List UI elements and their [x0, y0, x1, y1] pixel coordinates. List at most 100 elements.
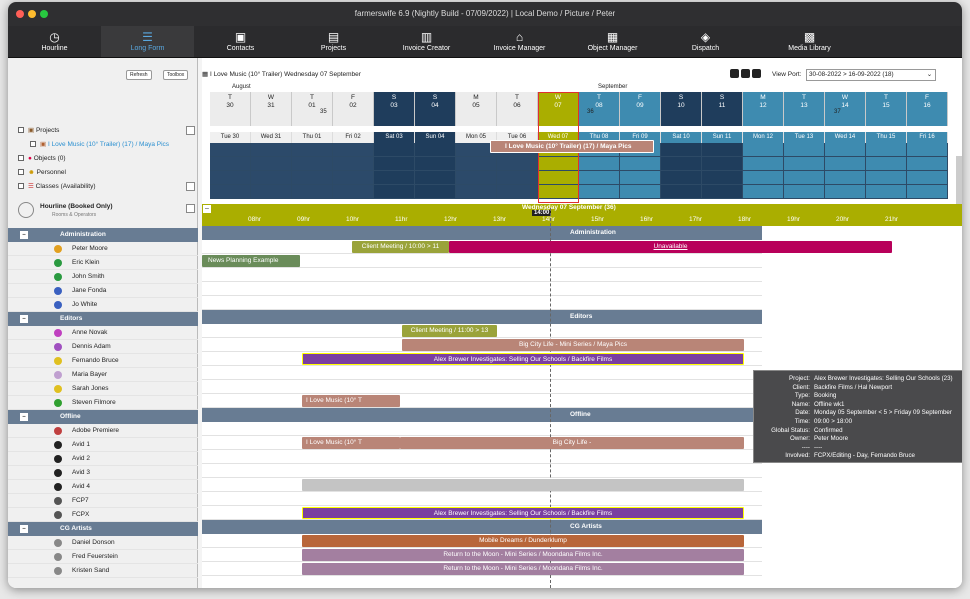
- day-header[interactable]: F 09: [620, 92, 661, 126]
- unavailable-bar[interactable]: Unavailable: [449, 241, 892, 253]
- calendar-cell[interactable]: [374, 143, 415, 157]
- calendar-cell[interactable]: [825, 185, 866, 199]
- tree-personnel[interactable]: ☻ Personnel: [18, 166, 66, 180]
- calendar-cell[interactable]: [210, 171, 251, 185]
- zoom-window-button[interactable]: [40, 10, 48, 18]
- toggle-icon[interactable]: –: [20, 413, 28, 421]
- toolbar-hourline[interactable]: ◷ Hourline: [8, 26, 101, 57]
- calendar-cell[interactable]: [702, 157, 743, 171]
- resource-row[interactable]: Jane Fonda: [8, 284, 198, 298]
- calendar-cell[interactable]: [702, 185, 743, 199]
- calendar-cell[interactable]: [333, 157, 374, 171]
- resource-row[interactable]: Peter Moore: [8, 242, 198, 256]
- schedule-row[interactable]: [202, 282, 762, 296]
- schedule-row[interactable]: [202, 422, 762, 436]
- calendar-cell[interactable]: [825, 171, 866, 185]
- project-booking-bar[interactable]: I Love Music (10° Trailer) (17) / Maya P…: [490, 140, 654, 153]
- i-love-music-bar[interactable]: I Love Music (10° T: [302, 395, 400, 407]
- day-header[interactable]: T 08: [579, 92, 620, 126]
- calendar-cell[interactable]: [497, 171, 538, 185]
- prev-icon[interactable]: [730, 69, 739, 78]
- calendar-cell[interactable]: [251, 157, 292, 171]
- return-to-moon-bar[interactable]: Return to the Moon - Mini Series / Moond…: [302, 549, 744, 561]
- client-meeting-bar[interactable]: Client Meeting / 11:00 > 13: [402, 325, 497, 337]
- calendar-cell[interactable]: [497, 157, 538, 171]
- calendar-cell[interactable]: [497, 185, 538, 199]
- toolbar-dispatch[interactable]: ◈ Dispatch: [659, 26, 752, 57]
- calendar-cell[interactable]: [456, 171, 497, 185]
- calendar-cell[interactable]: [784, 143, 825, 157]
- zoom-icon[interactable]: [752, 69, 761, 78]
- calendar-cell[interactable]: [907, 157, 948, 171]
- calendar-cell[interactable]: [333, 143, 374, 157]
- tree-projects[interactable]: ▣ Projects: [18, 124, 59, 138]
- calendar-cell[interactable]: [620, 157, 661, 171]
- big-city-life-bar[interactable]: Big City Life - Mini Series / Maya Pics: [402, 339, 744, 351]
- day-header[interactable]: T 15: [866, 92, 907, 126]
- toolbar-invoice-manager[interactable]: ⌂ Invoice Manager: [473, 26, 566, 57]
- day-header[interactable]: M 12: [743, 92, 784, 126]
- calendar-cell[interactable]: [661, 157, 702, 171]
- big-city-life-bar[interactable]: Big City Life -: [400, 437, 744, 449]
- calendar-cell[interactable]: [292, 157, 333, 171]
- toolbar-contacts[interactable]: ▣ Contacts: [194, 26, 287, 57]
- minimize-window-button[interactable]: [28, 10, 36, 18]
- group-admin[interactable]: – Administration: [8, 228, 198, 242]
- calendar-cell[interactable]: [702, 171, 743, 185]
- resource-row[interactable]: Anne Novak: [8, 326, 198, 340]
- calendar-cell[interactable]: [415, 171, 456, 185]
- calendar-cell[interactable]: [866, 143, 907, 157]
- calendar-cell[interactable]: [374, 157, 415, 171]
- calendar-cell[interactable]: [784, 185, 825, 199]
- resource-row[interactable]: FCP7: [8, 494, 198, 508]
- tree-objects[interactable]: ● Objects (0): [18, 152, 66, 166]
- calendar-cell[interactable]: [579, 185, 620, 199]
- calendar-cell[interactable]: [825, 143, 866, 157]
- calendar-cell[interactable]: [333, 185, 374, 199]
- resource-row[interactable]: Sarah Jones: [8, 382, 198, 396]
- day-header[interactable]: T 30: [210, 92, 251, 126]
- calendar-cell[interactable]: [620, 185, 661, 199]
- next-icon[interactable]: [741, 69, 750, 78]
- calendar-cell[interactable]: [866, 157, 907, 171]
- collapse-icon[interactable]: –: [203, 205, 211, 213]
- resource-row[interactable]: Avid 4: [8, 480, 198, 494]
- search-icon[interactable]: [186, 204, 195, 213]
- calendar-cell[interactable]: [825, 157, 866, 171]
- alex-brewer-bar[interactable]: Alex Brewer Investigates: Selling Our Sc…: [302, 353, 744, 365]
- i-love-music-bar[interactable]: I Love Music (10° T: [302, 437, 400, 449]
- search-icon[interactable]: [186, 126, 195, 135]
- resource-row[interactable]: Maria Bayer: [8, 368, 198, 382]
- resource-row[interactable]: Fernando Bruce: [8, 354, 198, 368]
- alex-brewer-bar[interactable]: Alex Brewer Investigates: Selling Our Sc…: [302, 507, 744, 519]
- calendar-cell[interactable]: [415, 185, 456, 199]
- day-header[interactable]: T 06: [497, 92, 538, 126]
- toolbar-object-manager[interactable]: ▦ Object Manager: [566, 26, 659, 57]
- resource-row[interactable]: Adobe Premiere: [8, 424, 198, 438]
- calendar-cell[interactable]: [374, 171, 415, 185]
- day-header[interactable]: T 13: [784, 92, 825, 126]
- calendar-cell[interactable]: [210, 143, 251, 157]
- group-editors[interactable]: – Editors: [8, 312, 198, 326]
- return-to-moon-bar[interactable]: Return to the Moon - Mini Series / Moond…: [302, 563, 744, 575]
- calendar-cell[interactable]: [210, 157, 251, 171]
- search-icon[interactable]: [186, 182, 195, 191]
- resource-row[interactable]: Avid 3: [8, 466, 198, 480]
- toggle-icon[interactable]: –: [20, 525, 28, 533]
- resource-row[interactable]: Jo White: [8, 298, 198, 312]
- tree-classes[interactable]: ☰ Classes (Availability): [18, 180, 95, 194]
- toggle-icon[interactable]: –: [20, 231, 28, 239]
- toolbar-long-form[interactable]: ☰ Long Form: [101, 26, 194, 57]
- resource-row[interactable]: Daniel Donson: [8, 536, 198, 550]
- calendar-cell[interactable]: [292, 143, 333, 157]
- calendar-cell[interactable]: [415, 143, 456, 157]
- schedule-row[interactable]: [202, 380, 762, 394]
- schedule-row[interactable]: [202, 366, 762, 380]
- calendar-cell[interactable]: [784, 171, 825, 185]
- day-header[interactable]: W 14: [825, 92, 866, 126]
- resource-row[interactable]: Eric Klein: [8, 256, 198, 270]
- resource-row[interactable]: Fred Feuerstein: [8, 550, 198, 564]
- close-window-button[interactable]: [16, 10, 24, 18]
- resource-row[interactable]: FCPX: [8, 508, 198, 522]
- calendar-cell[interactable]: [251, 171, 292, 185]
